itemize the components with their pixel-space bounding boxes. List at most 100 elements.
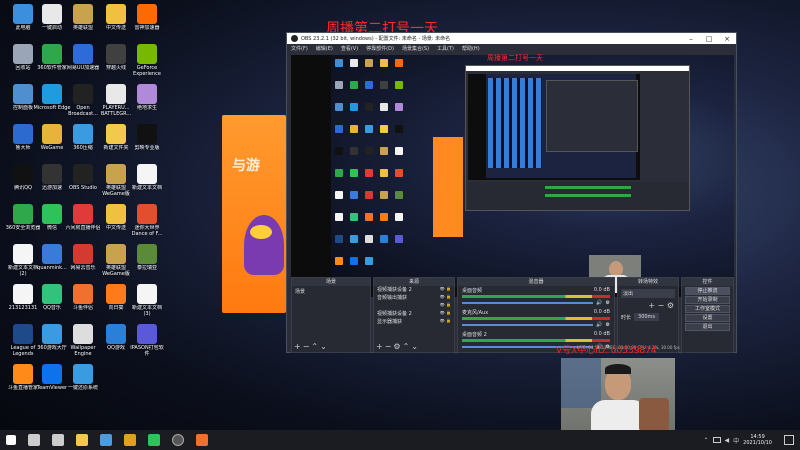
app-icon [73, 4, 93, 24]
controls-list: 停止推流 开始录制 工作室模式 设置 退出 [682, 287, 733, 331]
menu-item[interactable]: 场景集合(S) [402, 45, 429, 52]
speaker-icon[interactable]: 🔊 [596, 300, 602, 306]
tray-chevron-icon[interactable]: ⌃ [704, 437, 709, 444]
control-button[interactable]: 停止推流 [685, 287, 730, 295]
scenes-toolbar: +−⌃⌄ [294, 342, 329, 351]
control-button[interactable]: 设置 [685, 314, 730, 322]
overlay-contact-text: V号X中心ID: 00539874 [556, 346, 657, 356]
volume-meter [462, 295, 610, 298]
preview-desktop-icon [365, 169, 373, 177]
explorer-icon[interactable] [76, 434, 88, 446]
app-icon [137, 4, 157, 24]
desktop-icon[interactable]: GeForce Experience [128, 44, 166, 86]
source-item[interactable]: 音频输出捕获 👁 🔒 [374, 294, 454, 302]
input-method-icon[interactable]: 中 [733, 436, 739, 445]
desktop-icon[interactable]: 雷神加速器 [128, 4, 166, 46]
desktop-icon[interactable]: 新建文本文档 [128, 164, 166, 206]
source-settings-icon[interactable]: ⚙ [393, 342, 402, 351]
start-icon[interactable] [6, 435, 16, 445]
obs-icon[interactable] [172, 434, 184, 446]
menu-item[interactable]: 帮助(H) [462, 45, 480, 52]
minimize-icon[interactable]: – [682, 35, 700, 43]
source-item[interactable]: 👁 🔒 [374, 302, 454, 310]
mixer-channel: 桌面音频 0.0 dB 🔊 ⚙ [458, 286, 614, 308]
scenes-dock: 场景 场景 +−⌃⌄ [291, 277, 371, 353]
app-icon [42, 244, 62, 264]
desktop-icon[interactable]: 泰拉瑞亚 [128, 244, 166, 286]
desktop-icon-label: 剪映专业版 [134, 145, 160, 151]
source-item[interactable]: 显示器捕获 👁 🔒 [374, 318, 454, 326]
menu-item[interactable]: 停靠部件(D) [366, 45, 394, 52]
speaker-icon[interactable]: 🔊 [596, 322, 602, 328]
scene-item[interactable]: 场景 [292, 286, 370, 297]
visibility-lock-icon[interactable]: 👁 🔒 [440, 294, 451, 302]
browser-icon[interactable] [196, 434, 208, 446]
desktop-icon-label: 雷神加速器 [134, 25, 160, 31]
menu-item[interactable]: 查看(V) [341, 45, 358, 52]
mixer-dock-title: 混音器 [458, 278, 614, 286]
remove-transition-icon[interactable]: − [658, 301, 665, 310]
visibility-lock-icon[interactable]: 👁 🔒 [440, 302, 451, 310]
menu-item[interactable]: 文件(F) [291, 45, 308, 52]
visibility-lock-icon[interactable]: 👁 🔒 [440, 286, 451, 294]
duration-input[interactable]: 300ms [634, 313, 660, 321]
chrome-icon[interactable] [124, 434, 136, 446]
menu-item[interactable]: 编辑(E) [316, 45, 333, 52]
notification-icon[interactable] [784, 435, 794, 445]
control-button[interactable]: 开始录制 [685, 296, 730, 304]
transition-settings-icon[interactable]: ⚙ [667, 301, 674, 310]
preview-desktop-icon [335, 169, 343, 177]
desktop-icon-label: 绝地求生 [136, 105, 157, 111]
source-item[interactable]: 视频捕获设备 2 👁 🔒 [374, 286, 454, 294]
desktop-icon[interactable]: IPASON打包软件 [128, 324, 166, 366]
obs-preview[interactable]: 周播第二打号一天 [291, 54, 734, 297]
desktop-icon[interactable]: 绝地求生 [128, 84, 166, 126]
source-name: 视频捕获设备 2 [377, 311, 412, 317]
search-icon[interactable] [28, 434, 40, 446]
channel-settings-icon[interactable]: ⚙ [606, 322, 610, 328]
desktop-icon[interactable]: 迷你大世界 Dance of F... [128, 204, 166, 246]
channel-settings-icon[interactable]: ⚙ [606, 300, 610, 306]
network-icon[interactable] [712, 437, 721, 443]
control-button[interactable]: 工作室模式 [685, 305, 730, 313]
task-view-icon[interactable] [52, 434, 64, 446]
move-down-icon[interactable]: ⌄ [320, 342, 329, 351]
preview-desktop-icon [350, 213, 358, 221]
controls-dock-title: 控件 [682, 278, 733, 286]
maximize-icon[interactable]: □ [700, 35, 718, 43]
add-source-icon[interactable]: + [376, 342, 385, 351]
preview-desktop-icon [350, 81, 358, 89]
visibility-lock-icon[interactable]: 👁 🔒 [440, 318, 451, 326]
desktop-icon[interactable]: 新建文本文档 (3) [128, 284, 166, 326]
preview-desktop-icon [350, 103, 358, 111]
desktop-icon[interactable]: 一键还原系统 [64, 364, 102, 406]
menu-item[interactable]: 工具(T) [437, 45, 454, 52]
wechat-icon[interactable] [148, 434, 160, 446]
channel-db: 0.0 dB [593, 331, 610, 337]
volume-icon[interactable]: ◀ [725, 437, 730, 444]
app-icon [137, 84, 157, 104]
app-icon [137, 164, 157, 184]
close-icon[interactable]: × [718, 35, 736, 43]
transition-select[interactable]: 淡出 [621, 289, 675, 298]
app-icon [106, 124, 126, 144]
volume-slider[interactable] [462, 302, 594, 304]
app-icon [73, 324, 93, 344]
visibility-lock-icon[interactable]: 👁 🔒 [440, 310, 451, 318]
preview-desktop-icon [350, 257, 358, 265]
desktop-icon[interactable]: 剪映专业版 [128, 124, 166, 166]
app-icon [106, 324, 126, 344]
move-down-icon[interactable]: ⌄ [411, 342, 420, 351]
add-transition-icon[interactable]: + [648, 301, 655, 310]
desktop-icon-label: 新建文本文档 [131, 185, 162, 191]
add-scene-icon[interactable]: + [294, 342, 303, 351]
wallpaper-poster: 与游 [222, 115, 286, 313]
source-item[interactable]: 视频捕获设备 2 👁 🔒 [374, 310, 454, 318]
clock[interactable]: 14:59 2021/10/10 [743, 434, 772, 446]
move-up-icon[interactable]: ⌃ [403, 342, 412, 351]
move-up-icon[interactable]: ⌃ [311, 342, 320, 351]
preview-desktop-icon [380, 81, 388, 89]
control-button[interactable]: 退出 [685, 323, 730, 331]
volume-slider[interactable] [462, 324, 594, 326]
store-icon[interactable] [100, 434, 112, 446]
